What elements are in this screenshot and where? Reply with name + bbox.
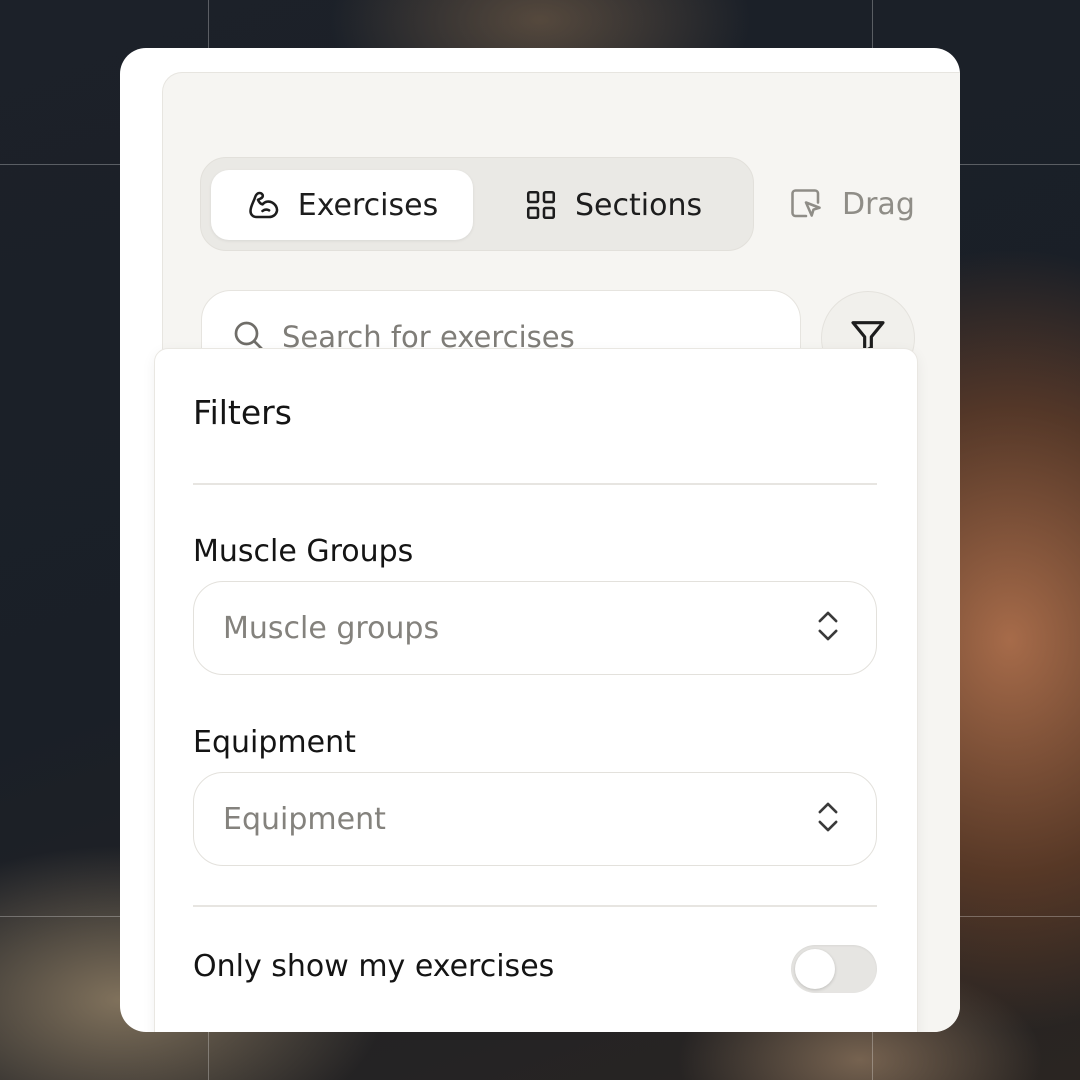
only-mine-label: Only show my exercises <box>193 949 555 984</box>
tab-sections[interactable]: Sections <box>523 170 723 240</box>
tab-exercises[interactable]: Exercises <box>211 170 473 240</box>
tab-exercises-label: Exercises <box>297 187 439 223</box>
filters-title: Filters <box>193 393 292 432</box>
divider <box>193 483 877 485</box>
background-photo: Exercises Sections Drag Search for exerc… <box>0 0 1080 1080</box>
tab-drag[interactable]: Drag <box>788 179 915 229</box>
chevron-up-down-icon <box>814 608 842 648</box>
divider <box>193 905 877 907</box>
toggle-knob <box>795 949 835 989</box>
only-mine-toggle[interactable] <box>791 945 877 993</box>
app-card: Exercises Sections Drag Search for exerc… <box>120 48 960 1032</box>
equipment-label: Equipment <box>193 725 356 760</box>
equipment-select[interactable]: Equipment <box>193 772 877 866</box>
drag-cursor-icon <box>788 186 824 222</box>
muscle-groups-select[interactable]: Muscle groups <box>193 581 877 675</box>
muscle-groups-value: Muscle groups <box>223 610 440 646</box>
chevron-up-down-icon <box>814 799 842 839</box>
grid-icon <box>523 187 559 223</box>
tab-drag-label: Drag <box>842 186 915 222</box>
tab-switcher: Exercises Sections <box>200 157 754 251</box>
equipment-value: Equipment <box>223 801 386 837</box>
muscle-groups-label: Muscle Groups <box>193 534 414 569</box>
flexed-arm-icon <box>246 187 282 223</box>
filters-popover: Filters Muscle Groups Muscle groups Equi… <box>154 348 918 1032</box>
tab-sections-label: Sections <box>575 187 703 223</box>
